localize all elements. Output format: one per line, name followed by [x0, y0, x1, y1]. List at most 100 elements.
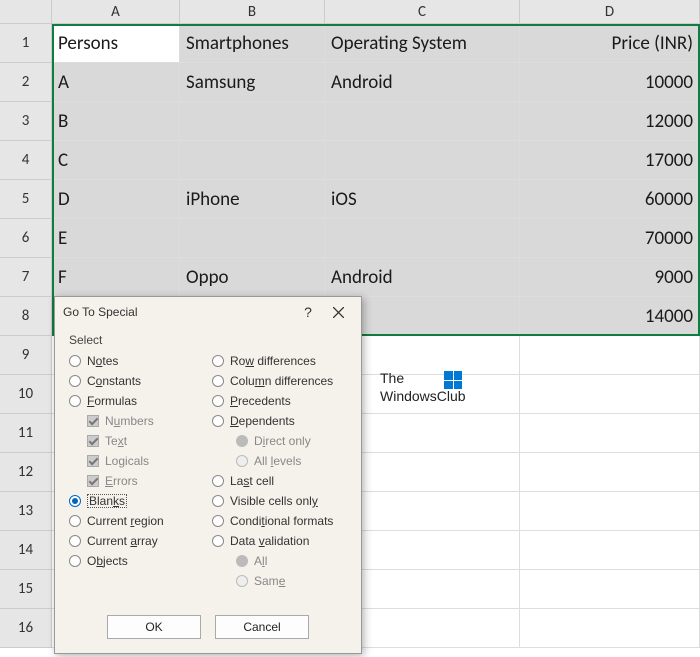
- row-header-12[interactable]: 12: [0, 453, 52, 492]
- options-left-column: Notes Constants Formulas Numbers Text Lo…: [69, 351, 204, 591]
- option-direct-only: Direct only: [212, 431, 347, 451]
- dialog-body: Select Notes Constants Formulas Numbers …: [55, 327, 361, 601]
- option-all: All: [212, 551, 347, 571]
- cell-B1[interactable]: Smartphones: [180, 24, 325, 63]
- row-3: 3 B 12000: [0, 102, 700, 141]
- cell-D11[interactable]: [520, 414, 700, 453]
- option-same: Same: [212, 571, 347, 591]
- cell-B5[interactable]: iPhone: [180, 180, 325, 219]
- option-conditional-formats[interactable]: Conditional formats: [212, 511, 347, 531]
- row-header-13[interactable]: 13: [0, 492, 52, 531]
- option-current-array[interactable]: Current array: [69, 531, 204, 551]
- close-icon: [333, 307, 344, 318]
- cell-A4[interactable]: C: [52, 141, 180, 180]
- row-header-5[interactable]: 5: [0, 180, 52, 219]
- cell-D6[interactable]: 70000: [520, 219, 700, 258]
- row-6: 6 E 70000: [0, 219, 700, 258]
- cell-D12[interactable]: [520, 453, 700, 492]
- option-precedents[interactable]: Precedents: [212, 391, 347, 411]
- row-header-11[interactable]: 11: [0, 414, 52, 453]
- select-all-corner[interactable]: [0, 0, 52, 24]
- dialog-title: Go To Special: [63, 305, 293, 319]
- option-logicals: Logicals: [69, 451, 204, 471]
- col-header-A[interactable]: A: [52, 0, 180, 24]
- cell-C5[interactable]: iOS: [325, 180, 520, 219]
- option-blanks[interactable]: Blanks: [69, 491, 204, 511]
- cell-C3[interactable]: [325, 102, 520, 141]
- cell-A1[interactable]: Persons: [52, 24, 180, 63]
- cell-D5[interactable]: 60000: [520, 180, 700, 219]
- option-last-cell[interactable]: Last cell: [212, 471, 347, 491]
- option-numbers: Numbers: [69, 411, 204, 431]
- row-header-6[interactable]: 6: [0, 219, 52, 258]
- cell-C7[interactable]: Android: [325, 258, 520, 297]
- col-header-D[interactable]: D: [520, 0, 700, 24]
- option-dependents[interactable]: Dependents: [212, 411, 347, 431]
- option-notes[interactable]: Notes: [69, 351, 204, 371]
- col-header-C[interactable]: C: [325, 0, 520, 24]
- option-column-differences[interactable]: Column differences: [212, 371, 347, 391]
- option-constants[interactable]: Constants: [69, 371, 204, 391]
- row-header-14[interactable]: 14: [0, 531, 52, 570]
- row-header-8[interactable]: 8: [0, 297, 52, 336]
- option-all-levels: All levels: [212, 451, 347, 471]
- cell-D13[interactable]: [520, 492, 700, 531]
- cell-D16[interactable]: [520, 609, 700, 648]
- cancel-button[interactable]: Cancel: [215, 615, 309, 639]
- option-objects[interactable]: Objects: [69, 551, 204, 571]
- cell-C4[interactable]: [325, 141, 520, 180]
- option-formulas[interactable]: Formulas: [69, 391, 204, 411]
- row-header-2[interactable]: 2: [0, 63, 52, 102]
- cell-D2[interactable]: 10000: [520, 63, 700, 102]
- row-1: 1 Persons Smartphones Operating System P…: [0, 24, 700, 63]
- cell-A5[interactable]: D: [52, 180, 180, 219]
- cell-D14[interactable]: [520, 531, 700, 570]
- dialog-titlebar[interactable]: Go To Special ?: [55, 297, 361, 327]
- cell-C2[interactable]: Android: [325, 63, 520, 102]
- row-header-4[interactable]: 4: [0, 141, 52, 180]
- cell-B7[interactable]: Oppo: [180, 258, 325, 297]
- column-headers-row: A B C D: [0, 0, 700, 24]
- row-7: 7 F Oppo Android 9000: [0, 258, 700, 297]
- row-header-1[interactable]: 1: [0, 24, 52, 63]
- cell-D15[interactable]: [520, 570, 700, 609]
- cell-B2[interactable]: Samsung: [180, 63, 325, 102]
- cell-D1[interactable]: Price (INR): [520, 24, 700, 63]
- option-row-differences[interactable]: Row differences: [212, 351, 347, 371]
- cell-B4[interactable]: [180, 141, 325, 180]
- close-button[interactable]: [323, 299, 353, 325]
- cell-B3[interactable]: [180, 102, 325, 141]
- row-header-16[interactable]: 16: [0, 609, 52, 648]
- cell-A6[interactable]: E: [52, 219, 180, 258]
- cell-D3[interactable]: 12000: [520, 102, 700, 141]
- col-header-B[interactable]: B: [180, 0, 325, 24]
- options-right-column: Row differences Column differences Prece…: [212, 351, 347, 591]
- cell-D8[interactable]: 14000: [520, 297, 700, 336]
- help-button[interactable]: ?: [293, 299, 323, 325]
- cell-D7[interactable]: 9000: [520, 258, 700, 297]
- row-4: 4 C 17000: [0, 141, 700, 180]
- row-header-9[interactable]: 9: [0, 336, 52, 375]
- option-current-region[interactable]: Current region: [69, 511, 204, 531]
- ok-button[interactable]: OK: [107, 615, 201, 639]
- option-text: Text: [69, 431, 204, 451]
- select-label: Select: [69, 333, 347, 347]
- cell-A3[interactable]: B: [52, 102, 180, 141]
- cell-D9[interactable]: [520, 336, 700, 375]
- cell-C1[interactable]: Operating System: [325, 24, 520, 63]
- cell-D10[interactable]: [520, 375, 700, 414]
- cell-A2[interactable]: A: [52, 63, 180, 102]
- watermark-text: The WindowsClub: [380, 370, 466, 404]
- row-header-10[interactable]: 10: [0, 375, 52, 414]
- cell-D4[interactable]: 17000: [520, 141, 700, 180]
- option-errors: Errors: [69, 471, 204, 491]
- row-2: 2 A Samsung Android 10000: [0, 63, 700, 102]
- cell-A7[interactable]: F: [52, 258, 180, 297]
- cell-B6[interactable]: [180, 219, 325, 258]
- option-data-validation[interactable]: Data validation: [212, 531, 347, 551]
- option-visible-cells-only[interactable]: Visible cells only: [212, 491, 347, 511]
- row-header-7[interactable]: 7: [0, 258, 52, 297]
- row-header-15[interactable]: 15: [0, 570, 52, 609]
- cell-C6[interactable]: [325, 219, 520, 258]
- row-header-3[interactable]: 3: [0, 102, 52, 141]
